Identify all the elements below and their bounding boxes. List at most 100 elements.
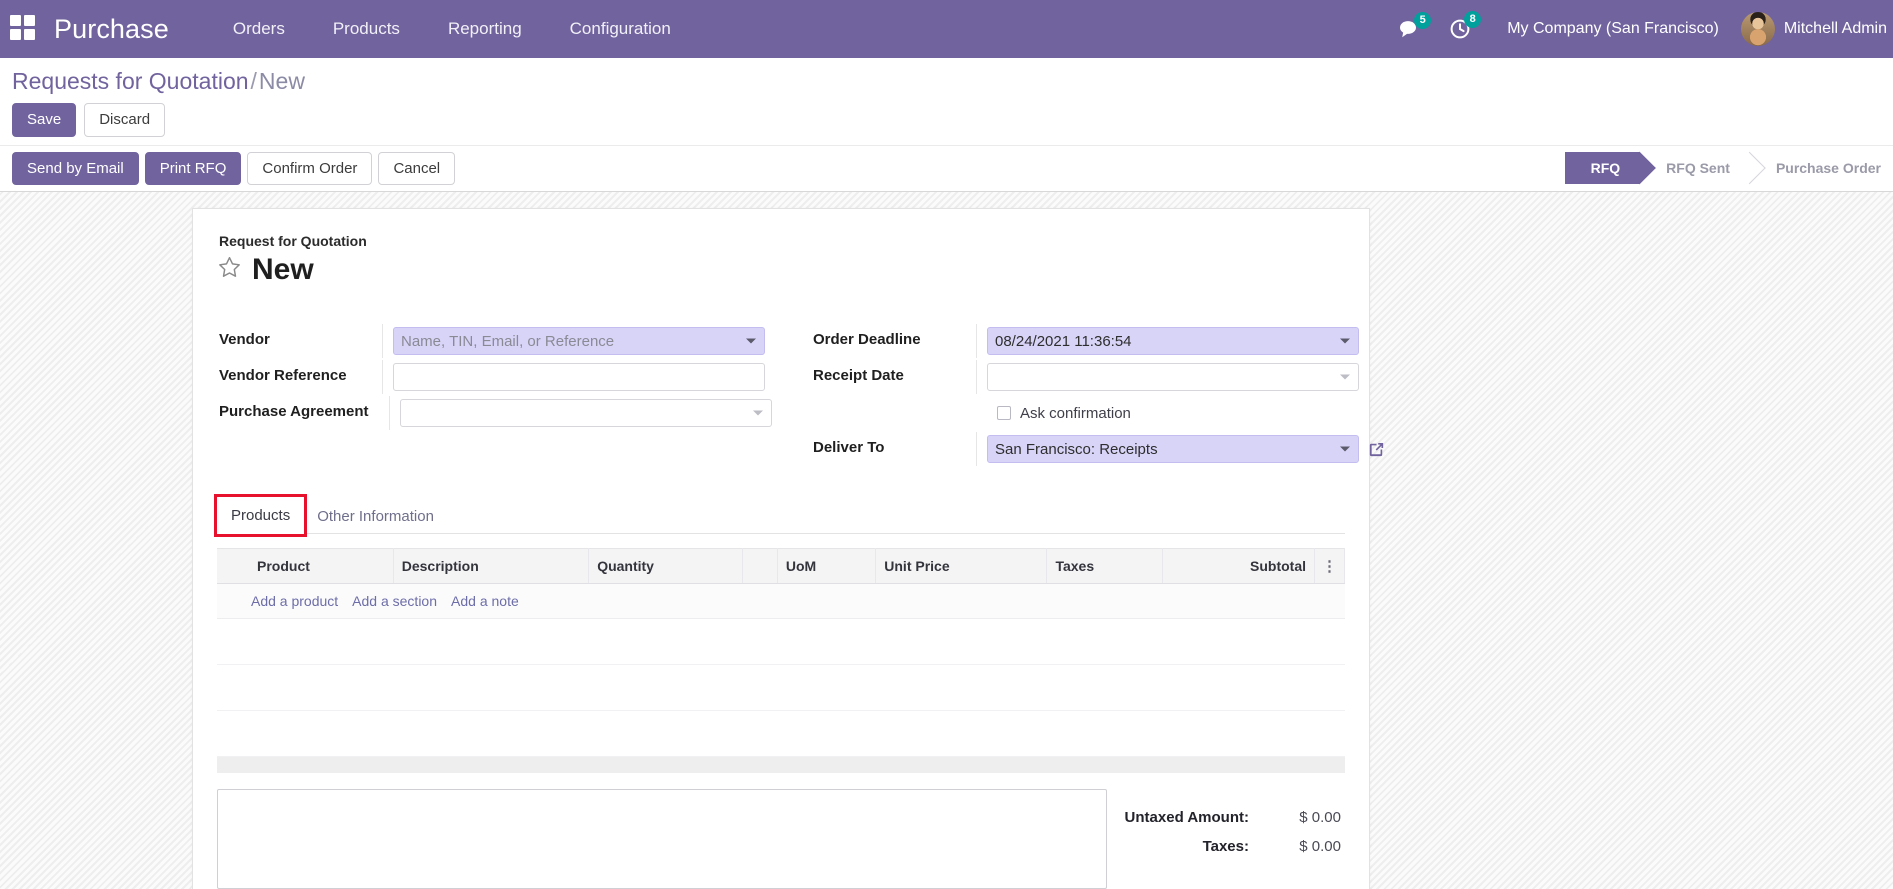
taxes-value: $ 0.00 bbox=[1299, 837, 1341, 855]
vendor-field-wrap: Name, TIN, Email, or Reference bbox=[382, 324, 781, 358]
ask-confirmation-label[interactable]: Ask confirmation bbox=[1020, 405, 1131, 422]
send-by-email-button[interactable]: Send by Email bbox=[12, 151, 139, 185]
star-outline-icon[interactable] bbox=[217, 255, 242, 285]
print-rfq-button[interactable]: Print RFQ bbox=[144, 151, 242, 185]
chevron-down-icon[interactable] bbox=[746, 338, 756, 344]
add-line-cell: Add a product Add a section Add a note bbox=[217, 583, 1345, 619]
empty-cell bbox=[217, 710, 1345, 757]
receipt-date-label: Receipt Date bbox=[813, 367, 904, 384]
form-sheet: Request for Quotation New Vendor Name, T… bbox=[192, 208, 1384, 889]
ask-confirmation-checkbox[interactable] bbox=[997, 406, 1011, 420]
deliver-to-input[interactable]: San Francisco: Receipts bbox=[987, 435, 1359, 463]
save-button[interactable]: Save bbox=[12, 103, 77, 137]
vendor-reference-input[interactable] bbox=[393, 363, 765, 391]
chevron-down-icon[interactable] bbox=[1340, 374, 1350, 380]
column-drag-handle bbox=[217, 548, 249, 584]
table-row bbox=[217, 664, 1345, 711]
chevron-down-icon[interactable] bbox=[1340, 446, 1350, 452]
status-pill-rfq-sent[interactable]: RFQ Sent bbox=[1640, 152, 1750, 184]
vendor-input[interactable]: Name, TIN, Email, or Reference bbox=[393, 327, 765, 355]
add-line-links: Add a product Add a section Add a note bbox=[225, 593, 1337, 609]
control-panel: Requests for Quotation/New Save Discard … bbox=[0, 58, 1893, 192]
messages-badge: 5 bbox=[1414, 12, 1432, 29]
notebook: Products Other Information Product Descr… bbox=[213, 494, 1345, 773]
empty-cell bbox=[217, 664, 1345, 711]
vendor-reference-field-wrap bbox=[382, 360, 781, 394]
status-pill-rfq[interactable]: RFQ bbox=[1564, 152, 1641, 185]
messages-icon[interactable]: 5 bbox=[1399, 12, 1432, 39]
column-description[interactable]: Description bbox=[393, 548, 590, 584]
menu-item-products[interactable]: Products bbox=[309, 0, 424, 58]
vendor-label: Vendor bbox=[219, 331, 270, 348]
column-options-icon[interactable]: ⋮ bbox=[1314, 548, 1345, 584]
column-product[interactable]: Product bbox=[249, 548, 394, 584]
order-deadline-label: Order Deadline bbox=[813, 331, 921, 348]
menu-item-reporting[interactable]: Reporting bbox=[424, 0, 546, 58]
app-brand-purchase[interactable]: Purchase bbox=[54, 14, 169, 45]
notebook-tabs: Products Other Information bbox=[213, 494, 1345, 537]
apps-grid-icon[interactable] bbox=[10, 15, 38, 43]
ask-confirmation-spacer bbox=[811, 396, 976, 403]
add-a-product-link[interactable]: Add a product bbox=[251, 593, 338, 609]
company-switcher[interactable]: My Company (San Francisco) bbox=[1507, 20, 1719, 38]
menu-item-configuration[interactable]: Configuration bbox=[546, 0, 695, 58]
menu-item-orders[interactable]: Orders bbox=[209, 0, 309, 58]
status-bar: RFQ RFQ Sent Purchase Order bbox=[1564, 152, 1893, 185]
order-deadline-input[interactable]: 08/24/2021 11:36:54 bbox=[987, 327, 1359, 355]
form-fields: Vendor Name, TIN, Email, or Reference Ve… bbox=[217, 324, 1384, 468]
confirm-order-button[interactable]: Confirm Order bbox=[247, 151, 373, 185]
form-subtitle: Request for Quotation bbox=[219, 233, 367, 249]
table-header-row: Product Description Quantity UoM Unit Pr… bbox=[217, 548, 1345, 584]
column-uom[interactable]: UoM bbox=[777, 548, 877, 584]
total-line-untaxed-amount: Untaxed Amount: $ 0.00 bbox=[1125, 803, 1345, 832]
field-row-ask-confirmation: Ask confirmation bbox=[811, 396, 1345, 430]
receipt-date-field-wrap bbox=[976, 360, 1359, 394]
field-row-order-deadline: Order Deadline 08/24/2021 11:36:54 bbox=[811, 324, 1359, 358]
ask-confirmation-row: Ask confirmation bbox=[987, 405, 1131, 422]
terms-notes-box[interactable] bbox=[217, 788, 1107, 889]
deliver-to-label: Deliver To bbox=[813, 439, 885, 456]
breadcrumb-item-requests-for-quotation[interactable]: Requests for Quotation bbox=[12, 68, 249, 94]
field-row-receipt-date: Receipt Date bbox=[811, 360, 1359, 394]
untaxed-amount-label: Untaxed Amount: bbox=[1124, 808, 1249, 826]
total-line-taxes: Taxes: $ 0.00 bbox=[1125, 832, 1345, 861]
breadcrumb: Requests for Quotation/New bbox=[0, 58, 1893, 99]
totals-block: Untaxed Amount: $ 0.00 Taxes: $ 0.00 bbox=[1107, 789, 1345, 861]
statusbar-row: Send by Email Print RFQ Confirm Order Ca… bbox=[0, 144, 1893, 192]
chevron-down-icon[interactable] bbox=[1340, 338, 1350, 344]
deliver-to-field-wrap: San Francisco: Receipts bbox=[976, 432, 1386, 466]
top-navbar: Purchase Orders Products Reporting Confi… bbox=[0, 0, 1893, 58]
main-menu: Orders Products Reporting Configuration bbox=[209, 0, 695, 58]
ask-confirmation-wrap: Ask confirmation bbox=[976, 396, 1345, 430]
tab-products[interactable]: Products bbox=[213, 494, 308, 537]
order-lines-header: Product Description Quantity UoM Unit Pr… bbox=[217, 548, 1345, 584]
record-edit-buttons: Save Discard bbox=[0, 99, 1893, 145]
purchase-agreement-label: Purchase Agreement bbox=[219, 403, 369, 420]
purchase-agreement-field-wrap bbox=[389, 396, 781, 430]
field-row-deliver-to: Deliver To San Francisco: Receipts bbox=[811, 432, 1384, 466]
add-a-note-link[interactable]: Add a note bbox=[451, 593, 519, 609]
tab-other-information[interactable]: Other Information bbox=[304, 499, 447, 534]
navbar-right-section: 5 8 My Company (San Francisco) Mitchell … bbox=[1385, 0, 1893, 58]
column-unit-price[interactable]: Unit Price bbox=[875, 548, 1048, 584]
receipt-date-input[interactable] bbox=[987, 363, 1359, 391]
activity-clock-icon[interactable]: 8 bbox=[1449, 11, 1482, 40]
vendor-reference-label: Vendor Reference bbox=[219, 367, 347, 384]
purchase-agreement-input[interactable] bbox=[400, 399, 772, 427]
column-blank bbox=[742, 548, 778, 584]
column-quantity[interactable]: Quantity bbox=[588, 548, 743, 584]
cancel-button[interactable]: Cancel bbox=[378, 151, 456, 185]
page-title: New bbox=[252, 253, 314, 286]
column-taxes[interactable]: Taxes bbox=[1046, 548, 1164, 584]
status-pill-purchase-order[interactable]: Purchase Order bbox=[1750, 152, 1893, 184]
order-lines-body: Add a product Add a section Add a note bbox=[217, 583, 1345, 773]
taxes-label: Taxes: bbox=[1202, 837, 1249, 855]
column-subtotal[interactable]: Subtotal bbox=[1162, 548, 1315, 584]
discard-button[interactable]: Discard bbox=[84, 103, 166, 137]
chevron-down-icon[interactable] bbox=[753, 410, 763, 416]
add-a-section-link[interactable]: Add a section bbox=[352, 593, 437, 609]
user-menu[interactable]: Mitchell Admin bbox=[1740, 12, 1893, 46]
page-background: Request for Quotation New Vendor Name, T… bbox=[0, 192, 1893, 889]
deliver-to-value: San Francisco: Receipts bbox=[995, 440, 1158, 458]
external-link-icon[interactable] bbox=[1367, 440, 1386, 459]
